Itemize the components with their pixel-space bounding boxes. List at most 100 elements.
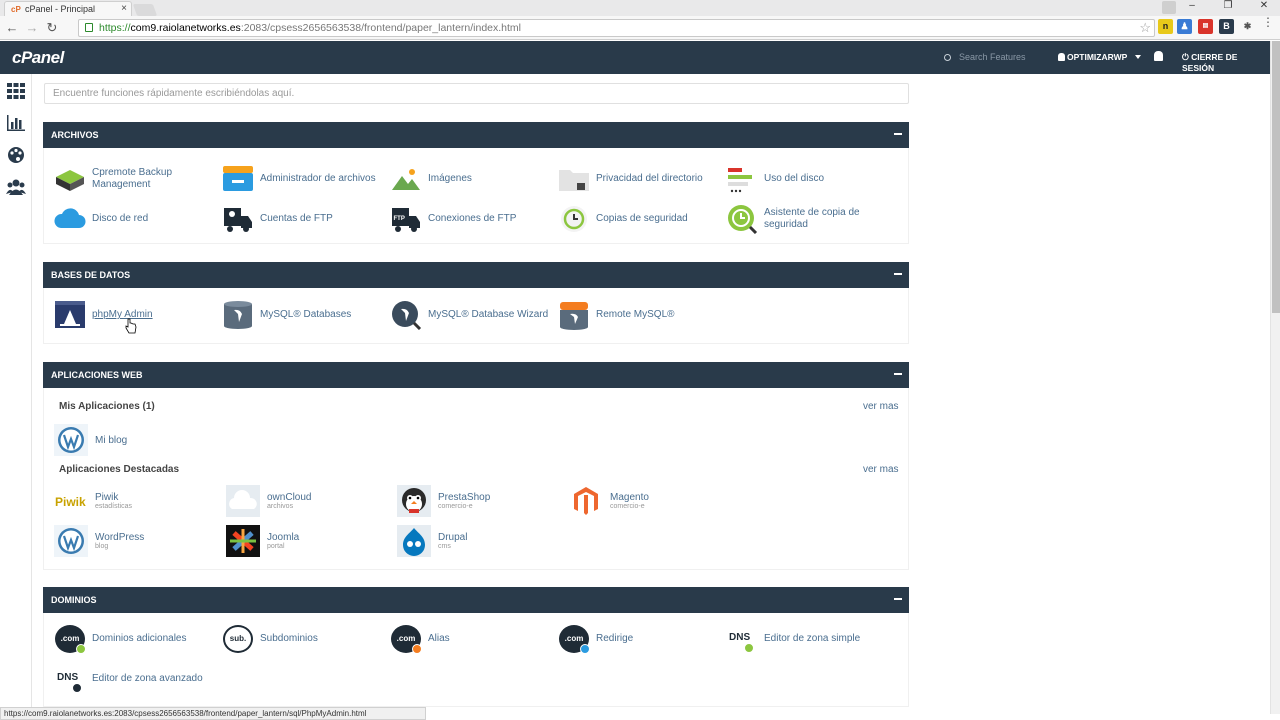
tab-title: cPanel - Principal [25,4,96,14]
see-more-link[interactable]: ver mas [863,464,899,475]
piwik-icon: Piwik [55,495,86,509]
scrollbar-thumb[interactable] [1272,41,1280,313]
collapse-icon[interactable] [894,373,902,375]
extension-icon[interactable]: ✱ [1240,19,1255,34]
folder-lock-icon [559,170,589,191]
collapse-icon[interactable] [894,133,902,135]
item-ftp-accounts[interactable]: Cuentas de FTP [222,204,370,234]
item-directory-privacy[interactable]: Privacidad del directorio [558,164,726,194]
page-scrollbar[interactable] [1270,41,1280,714]
item-backup-wizard[interactable]: Asistente de copia de seguridad [726,204,874,234]
profile-icon[interactable] [1162,1,1176,14]
bell-icon[interactable] [1154,51,1163,61]
app-mi-blog[interactable]: Mi blog [54,424,127,456]
restore-button[interactable]: ❐ [1220,0,1236,16]
search-features[interactable]: Search Features [944,52,1026,62]
minimize-button[interactable]: ‒ [1184,0,1200,16]
close-window-button[interactable]: ✕ [1256,0,1272,16]
section-archivos: ARCHIVOS Cpremote Backup Management Admi… [43,122,909,244]
chevron-down-icon [1135,55,1142,59]
browser-tab[interactable]: cP cPanel - Principal × [4,1,132,16]
item-addon-domains[interactable]: .com Dominios adicionales [54,624,202,654]
sidebar [0,74,32,714]
section-domains: DOMINIOS .com Dominios adicionales sub. … [43,587,909,707]
dns-advanced-icon: DNS [54,664,86,694]
item-disk-usage[interactable]: Uso del disco [726,164,874,194]
item-redirects[interactable]: .com Redirige [558,624,706,654]
item-network-disk[interactable]: Disco de red [54,204,202,234]
database-wizard-icon [392,301,422,330]
addon-domain-icon: .com [54,624,86,654]
owncloud-icon [226,485,260,517]
user-menu[interactable]: OPTIMIZARWP [1058,52,1142,62]
ftp-accounts-icon [224,208,252,232]
item-file-manager[interactable]: Administrador de archivos [222,164,390,194]
item-mysql-databases[interactable]: MySQL® Databases [222,300,370,330]
drupal-icon [397,525,431,557]
section-header[interactable]: BASES DE DATOS [43,262,909,288]
section-header[interactable]: ARCHIVOS [43,122,909,148]
address-bar[interactable]: https://com9.raiolanetworks.es:2083/cpse… [78,19,1155,37]
wordpress-icon [54,525,88,557]
tab-close-icon[interactable]: × [121,3,127,14]
item-simple-zone-editor[interactable]: DNS Editor de zona simple [726,624,894,654]
reload-icon[interactable]: ↻ [44,20,60,36]
app-drupal[interactable]: Drupal cms [397,525,467,557]
collapse-icon[interactable] [894,598,902,600]
cloud-disk-icon [54,208,86,228]
featured-apps-heading: Aplicaciones Destacadas [59,464,180,475]
see-more-link[interactable]: ver mas [863,401,899,412]
extension-icon[interactable]: n [1158,19,1173,34]
new-tab-button[interactable] [132,4,158,16]
item-images[interactable]: Imágenes [390,164,538,194]
search-icon [944,54,951,61]
collapse-icon[interactable] [894,273,902,275]
section-databases: BASES DE DATOS phpMy Admin MySQL® Databa… [43,262,909,344]
redirect-domain-icon: .com [558,624,590,654]
extension-icon[interactable]: ♟ [1177,19,1192,34]
stats-chart-icon[interactable] [6,114,26,132]
section-header[interactable]: APLICACIONES WEB [43,362,909,388]
cpremote-backup-icon [56,170,84,191]
extension-icon[interactable]: B [1219,19,1234,34]
quick-search-input[interactable]: Encuentre funciones rápidamente escribié… [44,83,909,104]
database-icon [224,301,252,329]
extension-icon[interactable]: ▤ [1198,19,1213,34]
backup-clock-icon [561,206,587,232]
alias-domain-icon: .com [390,624,422,654]
forward-arrow-icon[interactable]: → [24,20,40,36]
remote-database-icon [560,302,588,330]
logout-button[interactable]: ⏻ CIERRE DE SESIÓN [1182,52,1270,73]
disk-usage-icon [728,168,752,193]
item-ftp-connections[interactable]: FTP Conexiones de FTP [390,204,538,234]
joomla-icon [226,525,260,557]
section-web-apps: APLICACIONES WEB Mis Aplicaciones (1) ve… [43,362,909,570]
item-backups[interactable]: Copias de seguridad [558,204,706,234]
item-subdomains[interactable]: sub. Subdominios [222,624,370,654]
app-wordpress[interactable]: WordPress blog [54,525,144,557]
cpanel-favicon-icon: cP [11,5,21,14]
app-joomla[interactable]: Joomla portal [226,525,299,557]
images-icon [392,169,420,190]
section-header[interactable]: DOMINIOS [43,587,909,613]
svg-text:FTP: FTP [394,216,405,222]
back-arrow-icon[interactable]: ← [4,20,20,36]
item-advanced-zone-editor[interactable]: DNS Editor de zona avanzado [54,664,222,694]
lock-icon [85,23,93,32]
browser-tabbar: cP cPanel - Principal × ‒ ❐ ✕ [0,0,1280,16]
item-aliases[interactable]: .com Alias [390,624,538,654]
cpanel-logo[interactable]: cPanel [12,48,64,68]
users-icon[interactable] [6,178,26,196]
app-piwik[interactable]: Piwik Piwik estadísticas [54,485,132,517]
item-cpremote-backup[interactable]: Cpremote Backup Management [54,164,202,194]
app-owncloud[interactable]: ownCloud archivos [226,485,311,517]
item-remote-mysql[interactable]: Remote MySQL® [558,300,706,330]
item-mysql-wizard[interactable]: MySQL® Database Wizard [390,300,558,330]
app-prestashop[interactable]: PrestaShop comercio-e [397,485,490,517]
grid-icon[interactable] [6,82,26,100]
palette-icon[interactable] [6,146,26,164]
user-icon [1058,53,1065,61]
app-magento[interactable]: Magento comercio-e [569,485,649,517]
bookmark-star-icon[interactable]: ☆ [1139,20,1151,36]
browser-menu-icon[interactable]: ⋮ [1262,16,1274,28]
